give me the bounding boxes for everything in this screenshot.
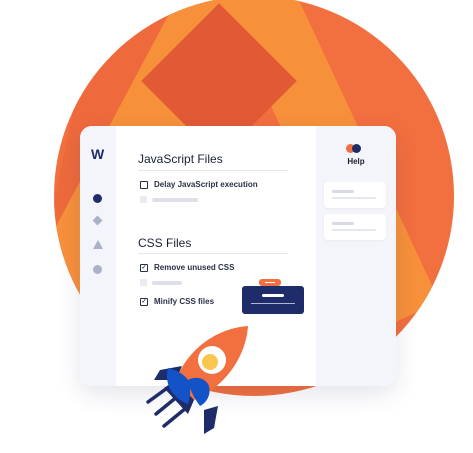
help-title: Help bbox=[347, 157, 365, 166]
wp-rocket-logo[interactable]: W bbox=[91, 146, 104, 162]
sidebar: W bbox=[80, 126, 116, 386]
divider bbox=[138, 170, 288, 171]
minify-css-option[interactable]: ✓ Minify CSS files bbox=[140, 297, 214, 306]
javascript-section-title: JavaScript Files bbox=[138, 152, 223, 166]
help-icon bbox=[346, 144, 362, 153]
help-article-card[interactable] bbox=[324, 214, 386, 240]
safelist-button[interactable] bbox=[259, 279, 281, 286]
delay-js-option[interactable]: Delay JavaScript execution bbox=[140, 180, 258, 189]
dashboard-dot-icon[interactable] bbox=[93, 194, 102, 203]
placeholder-checkbox bbox=[140, 196, 147, 203]
remove-unused-css-label: Remove unused CSS bbox=[154, 263, 235, 272]
minify-css-checkbox[interactable]: ✓ bbox=[140, 297, 148, 306]
css-section-title: CSS Files bbox=[138, 236, 192, 250]
circle-icon[interactable] bbox=[93, 265, 102, 274]
placeholder-line bbox=[152, 281, 182, 285]
help-panel: Help bbox=[316, 126, 396, 386]
divider bbox=[138, 253, 288, 254]
illustration-scene: W JavaScript Files Delay JavaScript exec… bbox=[0, 0, 473, 453]
triangle-icon[interactable] bbox=[93, 240, 103, 249]
help-article-card[interactable] bbox=[324, 182, 386, 208]
minify-css-label: Minify CSS files bbox=[154, 297, 215, 306]
placeholder-checkbox bbox=[140, 279, 147, 286]
delay-js-checkbox[interactable] bbox=[140, 180, 148, 189]
delay-js-label: Delay JavaScript execution bbox=[154, 180, 258, 189]
placeholder-line bbox=[152, 198, 198, 202]
remove-unused-css-checkbox[interactable]: ✓ bbox=[140, 263, 148, 272]
rocket-icon bbox=[146, 326, 248, 434]
remove-unused-css-option[interactable]: ✓ Remove unused CSS bbox=[140, 263, 234, 272]
help-cta-button[interactable] bbox=[242, 286, 304, 314]
diamond-icon[interactable] bbox=[92, 215, 103, 226]
